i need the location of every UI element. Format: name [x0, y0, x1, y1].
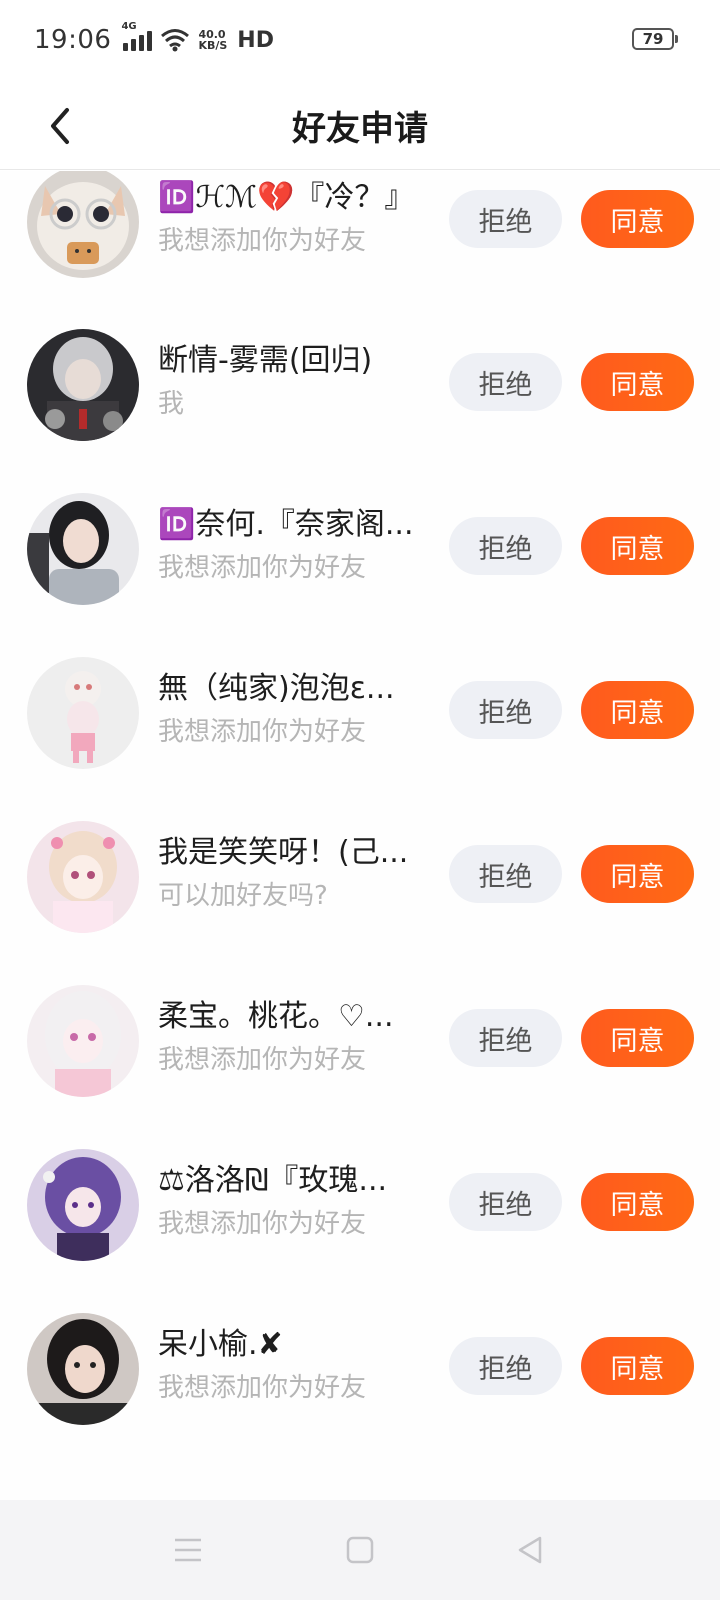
- accept-button[interactable]: 同意: [581, 1009, 694, 1067]
- list-item: 呆小榆.✘ 我想添加你为好友 拒绝 同意: [0, 1313, 720, 1480]
- reject-button[interactable]: 拒绝: [449, 1173, 562, 1231]
- header: 好友申请: [0, 80, 720, 170]
- list-item: 我是笑笑呀！(己... 可以加好友吗? 拒绝 同意: [0, 821, 720, 988]
- request-message: 我想添加你为好友: [158, 226, 367, 256]
- requester-name: 呆小榆.✘: [158, 1327, 283, 1362]
- home-square-icon: [346, 1536, 374, 1564]
- accept-button[interactable]: 同意: [581, 190, 694, 248]
- status-icons: 4G 40.0 KB/S HD: [121, 21, 274, 53]
- avatar[interactable]: [27, 821, 139, 933]
- reject-button[interactable]: 拒绝: [449, 681, 562, 739]
- system-navigation-bar: [0, 1500, 720, 1600]
- back-triangle-icon: [518, 1536, 542, 1564]
- network-speed: 40.0 KB/S: [198, 29, 227, 51]
- accept-button[interactable]: 同意: [581, 845, 694, 903]
- reject-button[interactable]: 拒绝: [449, 1009, 562, 1067]
- doll-avatar-image: [27, 657, 139, 769]
- accept-button[interactable]: 同意: [581, 681, 694, 739]
- reject-button[interactable]: 拒绝: [449, 190, 562, 248]
- avatar[interactable]: [27, 493, 139, 605]
- requester-name: 🆔ℋℳ💔『冷？』: [158, 180, 415, 215]
- status-bar: 19:06 4G 40.0 KB/S HD 79: [0, 0, 720, 80]
- list-item: 柔宝。桃花。♡... 我想添加你为好友 拒绝 同意: [0, 985, 720, 1152]
- requester-name: 🆔奈何.『奈家阁...: [158, 507, 414, 542]
- request-message: 我想添加你为好友: [158, 553, 367, 583]
- list-item: 🆔ℋℳ💔『冷？』 我想添加你为好友 拒绝 同意: [0, 171, 720, 333]
- hd-indicator: HD: [237, 27, 274, 53]
- purple-hair-avatar-image: [27, 1149, 139, 1261]
- list-item: ⚖洛洛₪『玫瑰... 我想添加你为好友 拒绝 同意: [0, 1149, 720, 1316]
- request-message: 我想添加你为好友: [158, 1373, 367, 1403]
- avatar[interactable]: [27, 657, 139, 769]
- accept-button[interactable]: 同意: [581, 353, 694, 411]
- requester-name: ⚖洛洛₪『玫瑰...: [158, 1163, 388, 1198]
- speed-unit: KB/S: [198, 39, 228, 52]
- girl-avatar-image: [27, 493, 139, 605]
- avatar[interactable]: [27, 985, 139, 1097]
- avatar[interactable]: [27, 171, 139, 278]
- back-button[interactable]: [30, 96, 90, 156]
- home-nav-button[interactable]: [338, 1528, 382, 1572]
- back-nav-button[interactable]: [508, 1528, 552, 1572]
- friend-request-list[interactable]: 🆔ℋℳ💔『冷？』 我想添加你为好友 拒绝 同意 断情-雾需(回归) 我 拒绝 同…: [0, 171, 720, 1501]
- list-item: 断情-雾需(回归) 我 拒绝 同意: [0, 329, 720, 496]
- reject-button[interactable]: 拒绝: [449, 353, 562, 411]
- menu-icon: [175, 1538, 201, 1562]
- wifi-icon: [161, 29, 190, 52]
- cat-avatar-image: [27, 171, 139, 278]
- anime-girl-avatar-image: [27, 821, 139, 933]
- photo-girl-avatar-image: [27, 1313, 139, 1425]
- avatar[interactable]: [27, 1149, 139, 1261]
- avatar[interactable]: [27, 1313, 139, 1425]
- accept-button[interactable]: 同意: [581, 1337, 694, 1395]
- reject-button[interactable]: 拒绝: [449, 1337, 562, 1395]
- list-item: 🆔奈何.『奈家阁... 我想添加你为好友 拒绝 同意: [0, 493, 720, 660]
- white-hair-avatar-image: [27, 985, 139, 1097]
- chevron-left-icon: [51, 108, 69, 144]
- requester-name: 我是笑笑呀！(己...: [158, 835, 409, 870]
- requester-name: 断情-雾需(回归): [158, 343, 373, 378]
- dark-character-avatar-image: [27, 329, 139, 441]
- menu-nav-button[interactable]: [166, 1528, 210, 1572]
- reject-button[interactable]: 拒绝: [449, 517, 562, 575]
- request-message: 可以加好友吗?: [158, 881, 328, 911]
- reject-button[interactable]: 拒绝: [449, 845, 562, 903]
- request-message: 我想添加你为好友: [158, 1045, 367, 1075]
- friend-requests-screen: 19:06 4G 40.0 KB/S HD 79 好友申请 🆔ℋℳ💔『冷？』 我…: [0, 0, 720, 1600]
- battery-level: 79: [642, 30, 664, 48]
- accept-button[interactable]: 同意: [581, 517, 694, 575]
- requester-name: 無（纯家)泡泡ε...: [158, 671, 395, 706]
- request-message: 我: [158, 389, 185, 419]
- page-title: 好友申请: [292, 108, 428, 149]
- accept-button[interactable]: 同意: [581, 1173, 694, 1231]
- request-message: 我想添加你为好友: [158, 717, 367, 747]
- signal-icon: 4G: [121, 21, 153, 51]
- requester-name: 柔宝。桃花。♡...: [158, 999, 394, 1034]
- list-item: 無（纯家)泡泡ε... 我想添加你为好友 拒绝 同意: [0, 657, 720, 824]
- network-type: 4G: [121, 21, 137, 32]
- request-message: 我想添加你为好友: [158, 1209, 367, 1239]
- avatar[interactable]: [27, 329, 139, 441]
- battery-icon: 79: [632, 28, 678, 50]
- status-time: 19:06: [34, 25, 112, 55]
